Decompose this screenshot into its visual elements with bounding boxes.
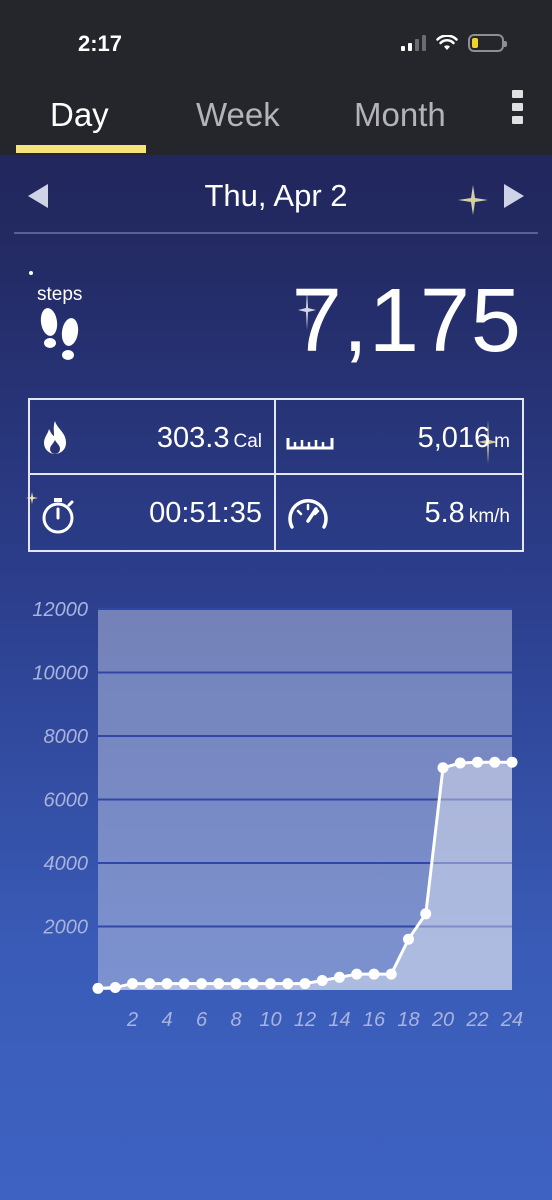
chart-data-point xyxy=(472,756,483,768)
chart-y-tick-label: 2000 xyxy=(43,917,89,939)
calories-cell: 303.3 Cal xyxy=(30,400,276,475)
tab-bar: Day Week Month xyxy=(0,90,552,153)
chart-x-tick-label: 12 xyxy=(294,1009,316,1031)
chart-x-tick-label: 20 xyxy=(431,1009,454,1031)
chart-data-point xyxy=(92,982,104,994)
chart-y-ticks: 12000 10000 8000 6000 4000 2000 xyxy=(32,599,88,939)
tab-week[interactable]: Week xyxy=(196,96,280,134)
chart-x-ticks: 2 4 6 8 10 12 14 16 18 20 22 24 xyxy=(126,1009,523,1031)
calories-value: 303.3 Cal xyxy=(156,422,262,454)
chart-y-tick-label: 8000 xyxy=(44,726,89,748)
battery-icon xyxy=(468,34,507,52)
chart-data-point xyxy=(489,756,501,768)
chart-data-point xyxy=(213,978,225,990)
ruler-icon xyxy=(286,438,334,450)
speedometer-icon xyxy=(288,499,328,529)
chart-data-point xyxy=(299,978,311,990)
chart-y-tick-label: 6000 xyxy=(44,790,89,812)
chart-x-tick-label: 24 xyxy=(500,1009,523,1031)
chart-data-point xyxy=(351,968,363,980)
duration-cell: 00:51:35 xyxy=(30,475,276,550)
chart-data-point xyxy=(230,978,242,990)
tab-month[interactable]: Month xyxy=(354,96,446,134)
chart-data-point xyxy=(437,762,449,774)
chart-data-point xyxy=(144,978,156,990)
footprints-icon xyxy=(40,308,79,360)
chart-data-point xyxy=(127,978,138,990)
chart-data-point xyxy=(454,757,466,769)
stats-grid: 303.3 Cal 5,016 m 00:51:35 5.8 km/h xyxy=(28,398,524,552)
status-time: 2:17 xyxy=(78,31,123,56)
chart-x-tick-label: 6 xyxy=(196,1009,208,1031)
cellular-signal-icon xyxy=(401,35,426,51)
chart-data-point xyxy=(334,971,345,983)
flame-icon xyxy=(44,421,66,454)
next-day-button[interactable] xyxy=(504,184,524,208)
chart-data-point xyxy=(506,756,518,768)
chart-data-point xyxy=(282,978,294,990)
chart-y-tick-label: 4000 xyxy=(44,853,89,875)
stopwatch-icon xyxy=(42,498,74,534)
status-icons xyxy=(401,34,507,52)
distance-cell: 5,016 m xyxy=(276,400,522,475)
chart-data-point xyxy=(368,968,380,980)
distance-value: 5,016 m xyxy=(417,422,510,454)
chart-x-tick-label: 4 xyxy=(161,1009,172,1031)
chart-x-tick-label: 16 xyxy=(363,1009,386,1031)
speed-value: 5.8 km/h xyxy=(424,497,510,529)
chart-data-point xyxy=(196,978,207,990)
steps-chart: 12000100008000600040002000 2 4 6 8 10 12 14 16 1… xyxy=(32,599,523,1031)
chart-data-point xyxy=(161,978,173,990)
chart-y-tick-label: 12000 xyxy=(32,599,88,621)
speed-cell: 5.8 km/h xyxy=(276,475,522,550)
chart-x-tick-label: 8 xyxy=(230,1009,241,1031)
steps-label: steps xyxy=(37,284,83,305)
active-tab-indicator xyxy=(16,145,146,153)
more-menu-icon[interactable] xyxy=(512,90,524,124)
duration-value: 00:51:35 xyxy=(149,497,262,529)
chart-data-point xyxy=(316,974,328,986)
sparkle-icon xyxy=(29,271,33,275)
chart-x-tick-label: 18 xyxy=(397,1009,419,1031)
chart-data-point xyxy=(247,978,259,990)
wifi-icon xyxy=(436,35,458,50)
chart-data-point xyxy=(420,908,432,920)
tab-day[interactable]: Day xyxy=(50,96,109,134)
chart-data-point xyxy=(403,933,414,945)
chart-data-point xyxy=(109,981,121,993)
chart-x-tick-label: 14 xyxy=(328,1009,350,1031)
chart-data-point xyxy=(385,968,397,980)
chart-x-tick-label: 22 xyxy=(465,1009,488,1031)
chart-x-tick-label: 2 xyxy=(126,1009,138,1031)
chart-x-tick-label: 10 xyxy=(259,1009,281,1031)
sparkle-icon xyxy=(458,185,488,215)
chart-data-point xyxy=(178,978,190,990)
steps-count: 7,175 xyxy=(291,271,522,371)
chart-y-tick-label: 10000 xyxy=(32,663,88,685)
header: 2:17 Day Week Month xyxy=(0,0,552,155)
chart-data-point xyxy=(265,978,276,990)
